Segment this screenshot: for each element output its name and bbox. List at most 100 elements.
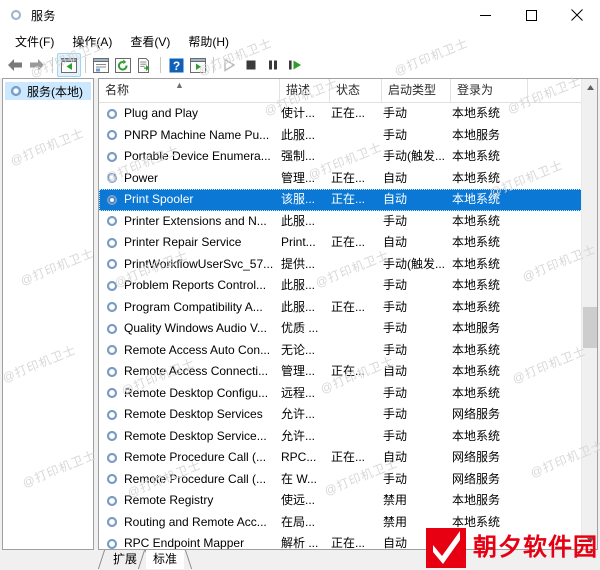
service-gear-icon (104, 299, 119, 315)
back-icon[interactable] (4, 54, 26, 76)
table-row[interactable]: Power 管理... 正在... 自动 本地系统 (99, 168, 597, 190)
table-row[interactable]: Problem Reports Control... 此服... 手动 本地系统 (99, 275, 597, 297)
menu-action[interactable]: 操作(A) (63, 31, 121, 52)
cell-startup-type: 手动 (383, 407, 408, 421)
cell-log-on-as: 本地服务 (452, 127, 501, 142)
services-gear-icon (8, 83, 23, 99)
service-gear-icon (104, 278, 119, 293)
sidebar-item-services-local[interactable]: 服务(本地) (5, 82, 91, 100)
table-row[interactable]: Remote Procedure Call (... RPC... 正在... 自动网… (99, 447, 597, 469)
toolbar-separator (52, 57, 53, 73)
tab-standard-label: 标准 (153, 552, 178, 566)
menu-view-label: 查看(V) (130, 34, 171, 49)
cell-name: Remote Access Auto Con... (124, 342, 271, 357)
column-header-description[interactable]: 描述 (280, 79, 330, 102)
pause-service-icon[interactable] (262, 54, 284, 76)
list-header: 名称 ▲ 描述 状态 启动类型 登录为 (99, 79, 597, 103)
cell-startup-type: 自动 (383, 192, 408, 206)
cell-name: Remote Procedure Call (... (124, 471, 267, 486)
table-row[interactable]: Remote Desktop Configu... 远程... 手动 本地系统 (99, 383, 597, 405)
sidebar-item-label: 服务(本地) (27, 84, 83, 99)
services-list-pane: 名称 ▲ 描述 状态 启动类型 登录为 Plug and Play 使计... 正 (98, 78, 598, 550)
minimize-button[interactable] (462, 0, 508, 30)
maximize-button[interactable] (508, 0, 554, 30)
cell-log-on-as: 网络服务 (452, 471, 501, 486)
close-button[interactable] (554, 0, 600, 30)
cell-name: Remote Desktop Service... (124, 428, 267, 443)
cell-startup-type: 自动 (383, 364, 408, 378)
export-list-icon[interactable] (134, 54, 156, 76)
table-row[interactable]: Plug and Play 使计... 正在... 手动 本地系统 (99, 103, 597, 125)
cell-name: Remote Desktop Configu... (124, 385, 269, 400)
table-row[interactable]: Remote Procedure Call (... 在 W... 手动 网络服务 (99, 469, 597, 491)
properties-icon[interactable] (90, 54, 112, 76)
cell-startup-type: 手动(触发... (383, 149, 445, 163)
cell-startup-type: 手动 (383, 106, 408, 120)
site-logo: 朝夕软件园 (426, 528, 598, 568)
service-gear-icon (104, 192, 119, 207)
restart-service-icon[interactable] (284, 54, 306, 76)
vertical-scrollbar[interactable] (581, 79, 597, 549)
cell-log-on-as: 本地系统 (452, 299, 501, 314)
column-header-name[interactable]: 名称 ▲ (99, 79, 280, 102)
menu-help[interactable]: 帮助(H) (179, 31, 238, 52)
service-gear-icon (104, 256, 119, 272)
table-row[interactable]: Remote Access Auto Con... 无论... 手动 本地系统 (99, 340, 597, 362)
table-row[interactable]: Printer Extensions and N... 此服... 手动 本地系统 (99, 211, 597, 233)
start-service-icon[interactable] (218, 54, 240, 76)
cell-log-on-as: 本地系统 (452, 342, 501, 357)
refresh-icon[interactable] (112, 54, 134, 76)
cell-name: PrintWorkflowUserSvc_57... (124, 256, 274, 271)
column-header-startup-type[interactable]: 启动类型 (382, 79, 451, 102)
cell-startup-type: 手动 (383, 428, 408, 443)
cell-startup-type: 自动 (383, 235, 408, 249)
show-action-pane-icon[interactable] (187, 54, 209, 76)
cell-name: Remote Access Connecti... (124, 364, 269, 378)
table-row[interactable]: PNRP Machine Name Pu... 此服... 手动 本地服务 (99, 125, 597, 147)
table-row[interactable]: Remote Access Connecti... 管理... 正在... 自动 本地系… (99, 361, 597, 383)
cell-log-on-as: 本地系统 (452, 149, 501, 163)
stop-service-icon[interactable] (240, 54, 262, 76)
column-header-name-label: 名称 (105, 83, 130, 97)
cell-name: Portable Device Enumera... (124, 149, 271, 163)
help-icon[interactable]: ? (165, 54, 187, 76)
menu-view[interactable]: 查看(V) (121, 31, 179, 52)
cell-startup-type: 自动 (383, 450, 408, 464)
table-row[interactable]: Quality Windows Audio V... 优质 ... 手动 本地服务 (99, 318, 597, 340)
cell-startup-type: 自动 (383, 170, 408, 185)
forward-icon[interactable] (26, 54, 48, 76)
cell-name: Remote Desktop Services (124, 407, 263, 421)
table-row[interactable]: Program Compatibility A... 此服... 正在... 手动 本地… (99, 297, 597, 319)
service-gear-icon (104, 450, 119, 465)
menu-bar: 文件(F) 操作(A) 查看(V) 帮助(H) (0, 30, 600, 52)
toolbar-separator (160, 57, 161, 73)
table-row[interactable]: Print Spooler 该服... 正在... 自动 本地系统 (99, 189, 597, 211)
cell-startup-type: 手动(触发... (383, 256, 445, 271)
table-row[interactable]: Printer Repair Service Print... 正在... 自动 本地系… (99, 232, 597, 254)
table-row[interactable]: Remote Registry 使远... 禁用 本地服务 (99, 490, 597, 512)
scroll-up-button[interactable] (582, 79, 597, 96)
cell-startup-type: 手动 (383, 213, 408, 228)
cell-startup-type: 手动 (383, 278, 408, 292)
table-row[interactable]: Remote Desktop Services 允许... 手动 网络服务 (99, 404, 597, 426)
cell-startup-type: 手动 (383, 299, 408, 314)
show-hide-tree-icon[interactable] (57, 53, 81, 77)
column-header-log-on-as[interactable]: 登录为 (451, 79, 528, 102)
menu-file[interactable]: 文件(F) (6, 31, 63, 52)
table-row[interactable]: PrintWorkflowUserSvc_57... 提供... 手动(触发... 本… (99, 254, 597, 276)
cell-name: Routing and Remote Acc... (124, 514, 267, 529)
sort-ascending-icon: ▲ (175, 80, 184, 90)
column-header-log-on-as-label: 登录为 (457, 83, 494, 97)
table-row[interactable]: Portable Device Enumera... 强制... 手动(触发... 本… (99, 146, 597, 168)
service-gear-icon (104, 213, 119, 229)
service-gear-icon (104, 385, 119, 401)
column-header-status[interactable]: 状态 (330, 79, 382, 102)
cell-startup-type: 手动 (383, 127, 408, 142)
cell-log-on-as: 本地服务 (452, 493, 501, 507)
cell-log-on-as: 本地系统 (452, 278, 501, 292)
scrollbar-thumb[interactable] (583, 307, 597, 348)
table-row[interactable]: Remote Desktop Service... 允许... 手动 本地系统 (99, 426, 597, 448)
services-list: Plug and Play 使计... 正在... 手动 本地系统 PNRP Machin… (99, 103, 597, 549)
tab-standard[interactable]: 标准 (137, 550, 193, 569)
content-area: 服务(本地) 名称 ▲ 描述 状态 启动类型 登录为 Plug and Play… (0, 78, 600, 570)
